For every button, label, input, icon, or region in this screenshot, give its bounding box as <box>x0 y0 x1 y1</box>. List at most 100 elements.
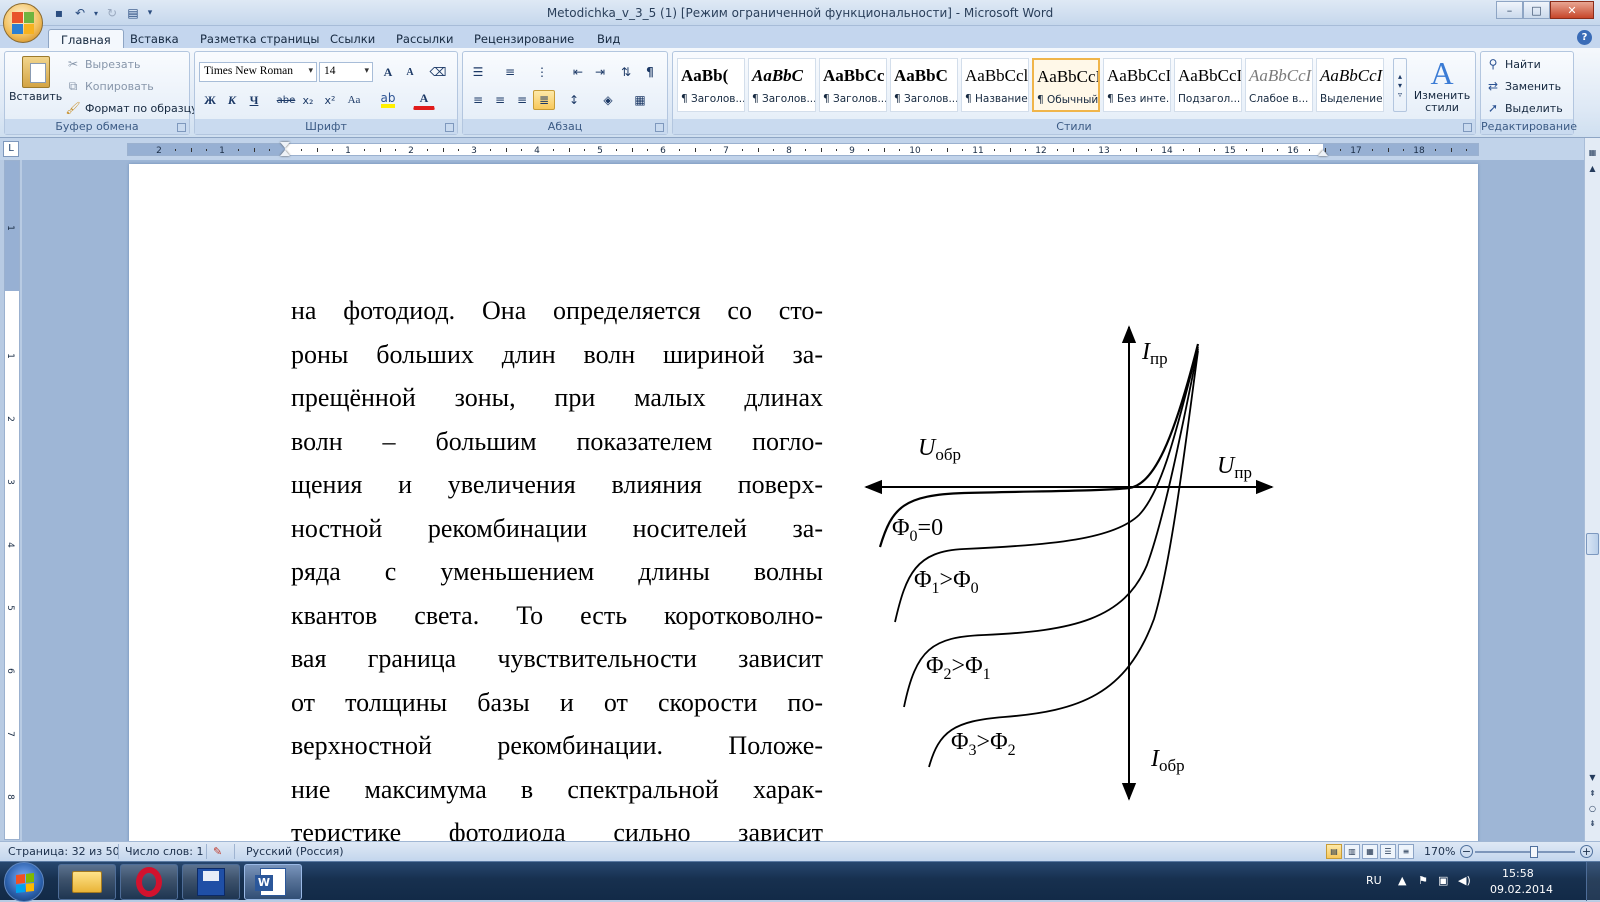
clock-date[interactable]: 09.02.2014 <box>1490 883 1553 896</box>
style-0[interactable]: AaBb(¶ Заголов... <box>677 58 745 112</box>
tab-insert[interactable]: Вставка <box>118 29 191 48</box>
sort-icon[interactable]: ⇅ <box>615 62 637 82</box>
help-icon[interactable]: ? <box>1577 30 1592 45</box>
style-1[interactable]: AaBbC ¶ Заголов... <box>748 58 816 112</box>
word-count[interactable]: Число слов: 1 <box>125 845 204 858</box>
web-layout-icon[interactable]: ▦ <box>1362 844 1378 859</box>
page[interactable]: на фотодиод. Она определяется со сто-рон… <box>129 164 1478 841</box>
styles-dialog-launcher[interactable] <box>1463 123 1472 132</box>
previous-page-icon[interactable]: ⇞ <box>1586 787 1599 801</box>
align-left-icon[interactable]: ≡ <box>467 90 489 110</box>
font-color-button[interactable]: A <box>413 90 435 110</box>
borders-icon[interactable]: ▦ <box>629 90 651 110</box>
font-name-combo[interactable]: Times New Roman <box>199 62 317 82</box>
show-hidden-icons[interactable]: ▲ <box>1398 874 1406 887</box>
minimize-button[interactable]: – <box>1496 1 1523 19</box>
align-center-icon[interactable]: ≡ <box>489 90 511 110</box>
language-indicator[interactable]: Русский (Россия) <box>246 845 344 858</box>
vertical-ruler[interactable]: 1 1 2 3 4 5 6 7 8 <box>4 160 20 840</box>
text-line[interactable]: от толщины базы и от скорости по- <box>291 681 823 725</box>
text-line[interactable]: щения и увеличения влияния поверх- <box>291 463 823 507</box>
format-painter-button[interactable]: 🖌 Формат по образцу <box>65 100 197 116</box>
outline-view-icon[interactable]: ☰ <box>1380 844 1396 859</box>
highlight-button[interactable]: ab <box>377 90 399 110</box>
text-line[interactable]: квантов света. То есть коротковолно- <box>291 594 823 638</box>
text-line[interactable]: вая граница чувствительности зависит <box>291 637 823 681</box>
justify-icon[interactable]: ≣ <box>533 90 555 110</box>
taskbar-opera[interactable] <box>120 864 178 900</box>
style-9[interactable]: AaBbCcI Выделение <box>1316 58 1384 112</box>
text-line[interactable]: волн – большим показателем погло- <box>291 420 823 464</box>
style-2[interactable]: AaBbCc ¶ Заголов... <box>819 58 887 112</box>
bold-button[interactable]: Ж <box>199 90 221 110</box>
start-button[interactable] <box>4 862 44 902</box>
document-area[interactable]: на фотодиод. Она определяется со сто-рон… <box>22 160 1584 841</box>
change-case-button[interactable]: Aa <box>343 90 365 110</box>
page-counter[interactable]: Страница: 32 из 50 <box>8 845 120 858</box>
show-desktop-button[interactable] <box>1586 862 1600 901</box>
multilevel-list-icon[interactable]: ⋮ <box>531 62 553 82</box>
cut-button[interactable]: ✂ Вырезать <box>65 56 141 72</box>
italic-button[interactable]: К <box>221 90 243 110</box>
zoom-slider[interactable] <box>1475 846 1575 858</box>
taskbar-word[interactable]: W <box>244 864 302 900</box>
language-bar[interactable]: RU <box>1366 874 1382 887</box>
numbering-icon[interactable]: ≡ <box>499 62 521 82</box>
font-dialog-launcher[interactable] <box>445 123 454 132</box>
draft-view-icon[interactable]: ≡ <box>1398 844 1414 859</box>
close-button[interactable]: ✕ <box>1550 1 1594 19</box>
text-line[interactable]: на фотодиод. Она определяется со сто- <box>291 289 823 333</box>
network-icon[interactable]: ▣ <box>1438 874 1448 887</box>
zoom-in-button[interactable]: + <box>1580 845 1593 858</box>
style-6[interactable]: AaBbCcI ¶ Без инте... <box>1103 58 1171 112</box>
line-spacing-icon[interactable]: ↕ <box>563 90 585 110</box>
text-line[interactable]: верхностной рекомбинации. Положе- <box>291 724 823 768</box>
taskbar-explorer[interactable] <box>58 864 116 900</box>
horizontal-ruler[interactable]: 2 1 1 2 3 4 5 6 7 8 9 10 11 12 13 14 15 16 17 18 <box>127 142 1479 156</box>
tab-selector[interactable]: L <box>3 141 19 157</box>
right-indent-marker[interactable] <box>1318 150 1328 156</box>
decrease-indent-icon[interactable]: ⇤ <box>567 62 589 82</box>
scroll-up-arrow[interactable]: ▲ <box>1586 162 1599 176</box>
tab-home[interactable]: Главная <box>48 29 124 48</box>
volume-icon[interactable]: ◀) <box>1458 874 1471 887</box>
style-5[interactable]: AaBbCcI ¶ Обычный <box>1032 58 1100 112</box>
tab-page-layout[interactable]: Разметка страницы <box>188 29 331 48</box>
show-marks-button[interactable]: ¶ <box>639 62 661 82</box>
change-styles-button[interactable]: A Изменить стили <box>1411 56 1473 114</box>
tab-review[interactable]: Рецензирование <box>462 29 586 48</box>
full-screen-reading-icon[interactable]: ▥ <box>1344 844 1360 859</box>
action-center-flag-icon[interactable]: ⚑ <box>1418 874 1428 887</box>
vertical-scrollbar[interactable]: ▦ ▲ ▼ ⇞ ○ ⇟ <box>1584 138 1600 841</box>
clipboard-dialog-launcher[interactable] <box>177 123 186 132</box>
text-line[interactable]: ностной рекомбинации носителей за- <box>291 507 823 551</box>
style-3[interactable]: AaBbC ¶ Заголов... <box>890 58 958 112</box>
replace-button[interactable]: ⇄ Заменить <box>1485 78 1561 94</box>
copy-button[interactable]: ⧉ Копировать <box>65 78 154 94</box>
clock-time[interactable]: 15:58 <box>1502 867 1534 880</box>
scroll-thumb[interactable] <box>1586 533 1599 555</box>
print-layout-icon[interactable]: ▤ <box>1326 844 1342 859</box>
increase-indent-icon[interactable]: ⇥ <box>589 62 611 82</box>
body-text[interactable]: на фотодиод. Она определяется со сто-рон… <box>291 289 823 841</box>
tab-references[interactable]: Ссылки <box>318 29 387 48</box>
shading-icon[interactable]: ◈ <box>597 90 619 110</box>
superscript-button[interactable]: x² <box>319 90 341 110</box>
bullets-icon[interactable]: ☰ <box>467 62 489 82</box>
underline-button[interactable]: Ч <box>243 90 265 110</box>
text-line[interactable]: ние максимума в спектральной харак- <box>291 768 823 812</box>
text-line[interactable]: прещённой зоны, при малых длинах <box>291 376 823 420</box>
grow-font-button[interactable]: A <box>377 62 399 82</box>
next-page-icon[interactable]: ⇟ <box>1586 817 1599 831</box>
zoom-slider-thumb[interactable] <box>1529 846 1538 858</box>
browse-object-icon[interactable]: ○ <box>1586 802 1599 816</box>
tab-mailings[interactable]: Рассылки <box>384 29 465 48</box>
restore-button[interactable]: □ <box>1523 1 1550 19</box>
scroll-down-arrow[interactable]: ▼ <box>1586 771 1599 785</box>
paragraph-dialog-launcher[interactable] <box>655 123 664 132</box>
text-line[interactable]: ряда с уменьшением длины волны <box>291 550 823 594</box>
text-line[interactable]: теристике фотодиода сильно зависит <box>291 811 823 841</box>
styles-scroll[interactable]: ▴ ▾ ▿ <box>1393 58 1407 112</box>
text-line[interactable]: роны больших длин волн шириной за- <box>291 333 823 377</box>
strikethrough-button[interactable]: abe <box>275 90 297 110</box>
